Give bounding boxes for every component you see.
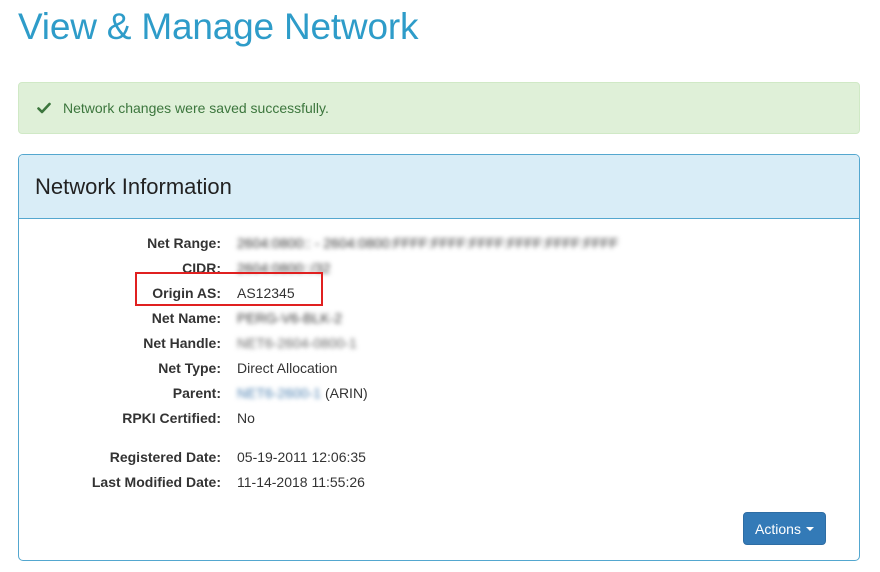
label-last-modified-date: Last Modified Date: bbox=[91, 474, 221, 490]
value-last-modified-date: 11-14-2018 11:55:26 bbox=[237, 474, 365, 490]
row-net-handle: Net Handle: NET6-2604-0800-1 bbox=[19, 333, 859, 353]
value-registered-date: 05-19-2011 12:06:35 bbox=[237, 449, 366, 465]
label-net-name: Net Name: bbox=[151, 310, 221, 326]
label-registered-date: Registered Date: bbox=[109, 449, 221, 465]
value-net-handle: NET6-2604-0800-1 bbox=[237, 333, 357, 353]
label-net-type: Net Type: bbox=[158, 360, 221, 376]
label-parent: Parent: bbox=[172, 385, 221, 401]
row-net-range: Net Range: 2604:0800:: - 2604:0800:FFFF:… bbox=[19, 233, 859, 253]
value-parent: NET6-2600-1 (ARIN) bbox=[237, 383, 368, 403]
row-net-type: Net Type: Direct Allocation bbox=[19, 358, 859, 378]
value-net-handle-text: NET6-2604-0800-1 bbox=[237, 335, 357, 351]
row-last-modified-date: Last Modified Date: 11-14-2018 11:55:26 bbox=[19, 472, 859, 492]
value-net-name: PERG-V6-BLK-2 bbox=[237, 310, 343, 326]
parent-suffix: (ARIN) bbox=[324, 385, 368, 401]
success-alert: Network changes were saved successfully. bbox=[18, 82, 860, 134]
value-net-range: 2604:0800:: - 2604:0800:FFFF:FFFF:FFFF:F… bbox=[237, 235, 619, 251]
row-origin-as: Origin AS: AS12345 bbox=[19, 283, 859, 303]
row-cidr: CIDR: 2604:0800::/32 bbox=[19, 258, 859, 278]
caret-down-icon bbox=[805, 526, 814, 531]
label-net-range: Net Range: bbox=[147, 235, 221, 251]
alert-message: Network changes were saved successfully. bbox=[63, 100, 329, 116]
value-cidr: 2604:0800::/32 bbox=[237, 260, 331, 276]
value-net-type: Direct Allocation bbox=[237, 360, 338, 376]
label-origin-as: Origin AS: bbox=[152, 285, 221, 301]
label-cidr: CIDR: bbox=[182, 260, 221, 276]
label-rpki: RPKI Certified: bbox=[122, 410, 221, 426]
check-icon bbox=[37, 101, 51, 115]
row-rpki: RPKI Certified: No bbox=[19, 408, 859, 428]
row-registered-date: Registered Date: 05-19-2011 12:06:35 bbox=[19, 447, 859, 467]
value-rpki: No bbox=[237, 410, 255, 426]
value-origin-as: AS12345 bbox=[237, 285, 295, 301]
panel-title: Network Information bbox=[35, 173, 232, 199]
label-net-handle: Net Handle: bbox=[143, 335, 221, 351]
row-parent: Parent: NET6-2600-1 (ARIN) bbox=[19, 383, 859, 403]
actions-label: Actions bbox=[755, 520, 801, 537]
page-title: View & Manage Network bbox=[18, 6, 419, 47]
row-net-name: Net Name: PERG-V6-BLK-2 bbox=[19, 308, 859, 328]
network-information-panel: Network Information Net Range: 2604:0800… bbox=[18, 154, 860, 561]
panel-heading: Network Information bbox=[19, 155, 859, 219]
actions-dropdown-button[interactable]: Actions bbox=[743, 512, 826, 545]
parent-link[interactable]: NET6-2600-1 bbox=[237, 385, 321, 401]
